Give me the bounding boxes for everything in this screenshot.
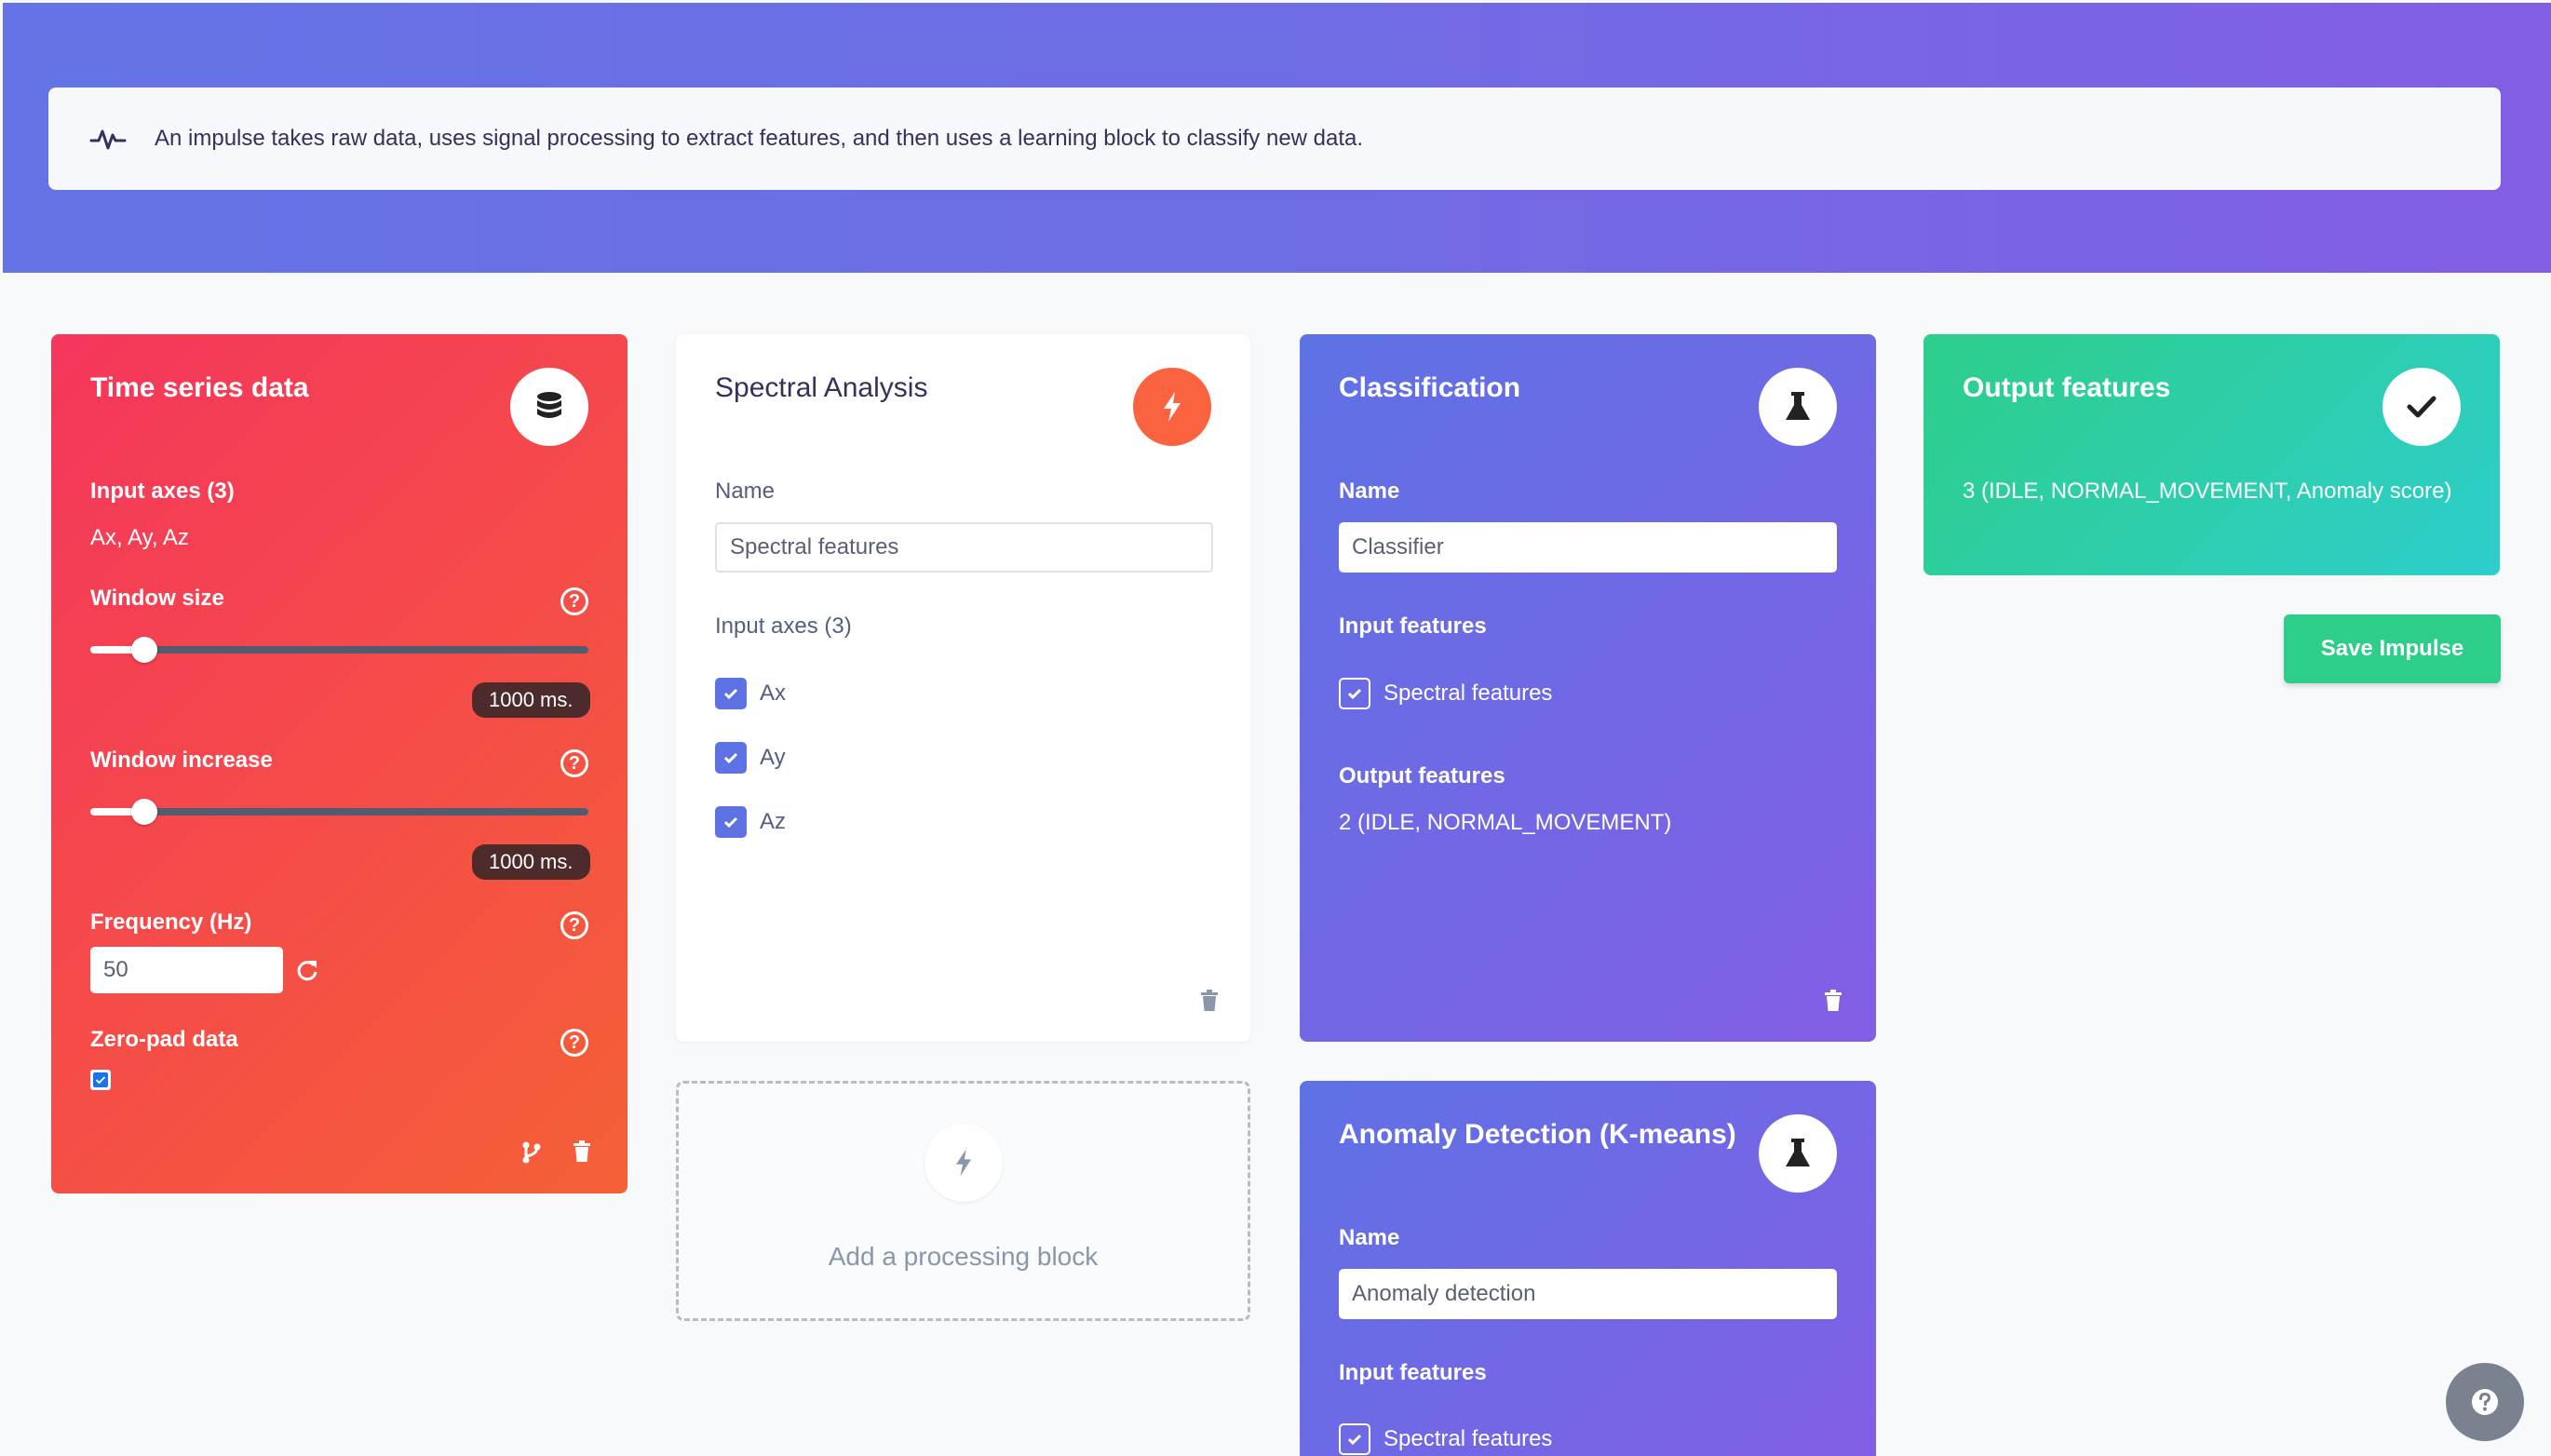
axis-label-ax: Ax [760,681,787,706]
check-icon [2407,396,2436,418]
pulse-icon [89,129,127,150]
flask-icon-circle [1759,1114,1837,1193]
zero-pad-help-icon[interactable]: ? [560,1029,588,1057]
output-features-value: 3 (IDLE, NORMAL_MOVEMENT, Anomaly score) [1963,479,2452,504]
window-increase-help-icon[interactable]: ? [560,749,588,777]
spectral-analysis-card: Spectral Analysis Name Spectral features… [676,334,1250,1042]
bolt-icon-circle [1133,368,1211,446]
checkmark-icon [1347,688,1362,700]
window-increase-value-badge: 1000 ms. [472,844,590,880]
window-size-slider-track[interactable] [90,646,588,654]
flask-icon-circle [1759,368,1837,446]
window-size-value-badge: 1000 ms. [472,682,590,718]
window-size-label: Window size [90,586,224,611]
input-axes-value: Ax, Ay, Az [90,525,189,550]
classifier-name-input[interactable]: Classifier [1339,522,1837,573]
spectral-input-axes-label: Input axes (3) [715,613,852,639]
frequency-label: Frequency (Hz) [90,910,252,935]
check-icon-circle [2382,368,2461,446]
bolt-icon [955,1149,972,1177]
anomaly-feature-label: Spectral features [1383,1426,1553,1451]
trash-icon[interactable] [573,1140,591,1163]
output-features-card: Output features 3 (IDLE, NORMAL_MOVEMENT… [1923,334,2500,575]
bolt-icon [1164,392,1181,422]
input-axes-label: Input axes (3) [90,479,235,504]
anomaly-name-label: Name [1339,1225,1400,1250]
classifier-feature-label: Spectral features [1383,681,1553,706]
question-icon [2472,1389,2498,1415]
zero-pad-label: Zero-pad data [90,1027,238,1052]
anomaly-input-features-label: Input features [1339,1360,1487,1385]
impulse-info-text: An impulse takes raw data, uses signal p… [155,126,1364,151]
axis-checkbox-ay[interactable] [715,742,747,774]
spectral-name-input[interactable]: Spectral features [715,522,1213,573]
trash-icon[interactable] [1200,990,1219,1012]
anomaly-feature-checkbox[interactable] [1339,1423,1370,1455]
add-block-label: Add a processing block [828,1242,1099,1271]
checkmark-icon [723,752,738,764]
classifier-output-features-label: Output features [1339,763,1505,789]
window-size-slider-handle[interactable] [131,637,157,663]
flask-icon [1786,1139,1810,1166]
classifier-name-label: Name [1339,479,1400,504]
frequency-input[interactable]: 50 [90,947,283,993]
branch-icon[interactable] [521,1140,542,1165]
window-increase-label: Window increase [90,748,273,773]
help-button[interactable] [2446,1363,2524,1441]
axis-label-ay: Ay [760,745,786,770]
flask-icon [1786,392,1810,420]
save-impulse-button[interactable]: Save Impulse [2284,614,2501,683]
checkmark-icon [1347,1434,1362,1446]
classification-card: Classification Name Classifier Input fea… [1300,334,1876,1042]
axis-label-az: Az [760,809,787,834]
add-block-icon-circle [925,1124,1003,1202]
frequency-help-icon[interactable]: ? [560,911,588,939]
database-icon [537,392,561,418]
anomaly-detection-card: Anomaly Detection (K-means) Name Anomaly… [1300,1081,1876,1456]
anomaly-name-input[interactable]: Anomaly detection [1339,1269,1837,1319]
database-icon-circle [510,368,588,446]
add-processing-block[interactable]: Add a processing block [676,1081,1250,1321]
trash-icon[interactable] [1824,990,1842,1012]
time-series-card: Time series data Input axes (3) Ax, Ay, … [51,334,628,1193]
refresh-icon[interactable] [295,958,319,982]
classifier-input-features-label: Input features [1339,613,1487,639]
checkmark-icon [723,688,738,700]
classifier-output-features-value: 2 (IDLE, NORMAL_MOVEMENT) [1339,810,1672,835]
impulse-info-bar: An impulse takes raw data, uses signal p… [48,88,2501,190]
zero-pad-checkbox[interactable] [90,1070,111,1090]
checkmark-icon [723,816,738,829]
axis-checkbox-az[interactable] [715,806,747,838]
window-increase-slider-track[interactable] [90,808,588,816]
window-increase-slider-handle[interactable] [131,799,157,825]
classifier-feature-checkbox[interactable] [1339,678,1370,709]
axis-checkbox-ax[interactable] [715,678,747,709]
spectral-name-label: Name [715,479,776,504]
window-size-help-icon[interactable]: ? [560,587,588,615]
checkmark-icon [95,1076,106,1085]
